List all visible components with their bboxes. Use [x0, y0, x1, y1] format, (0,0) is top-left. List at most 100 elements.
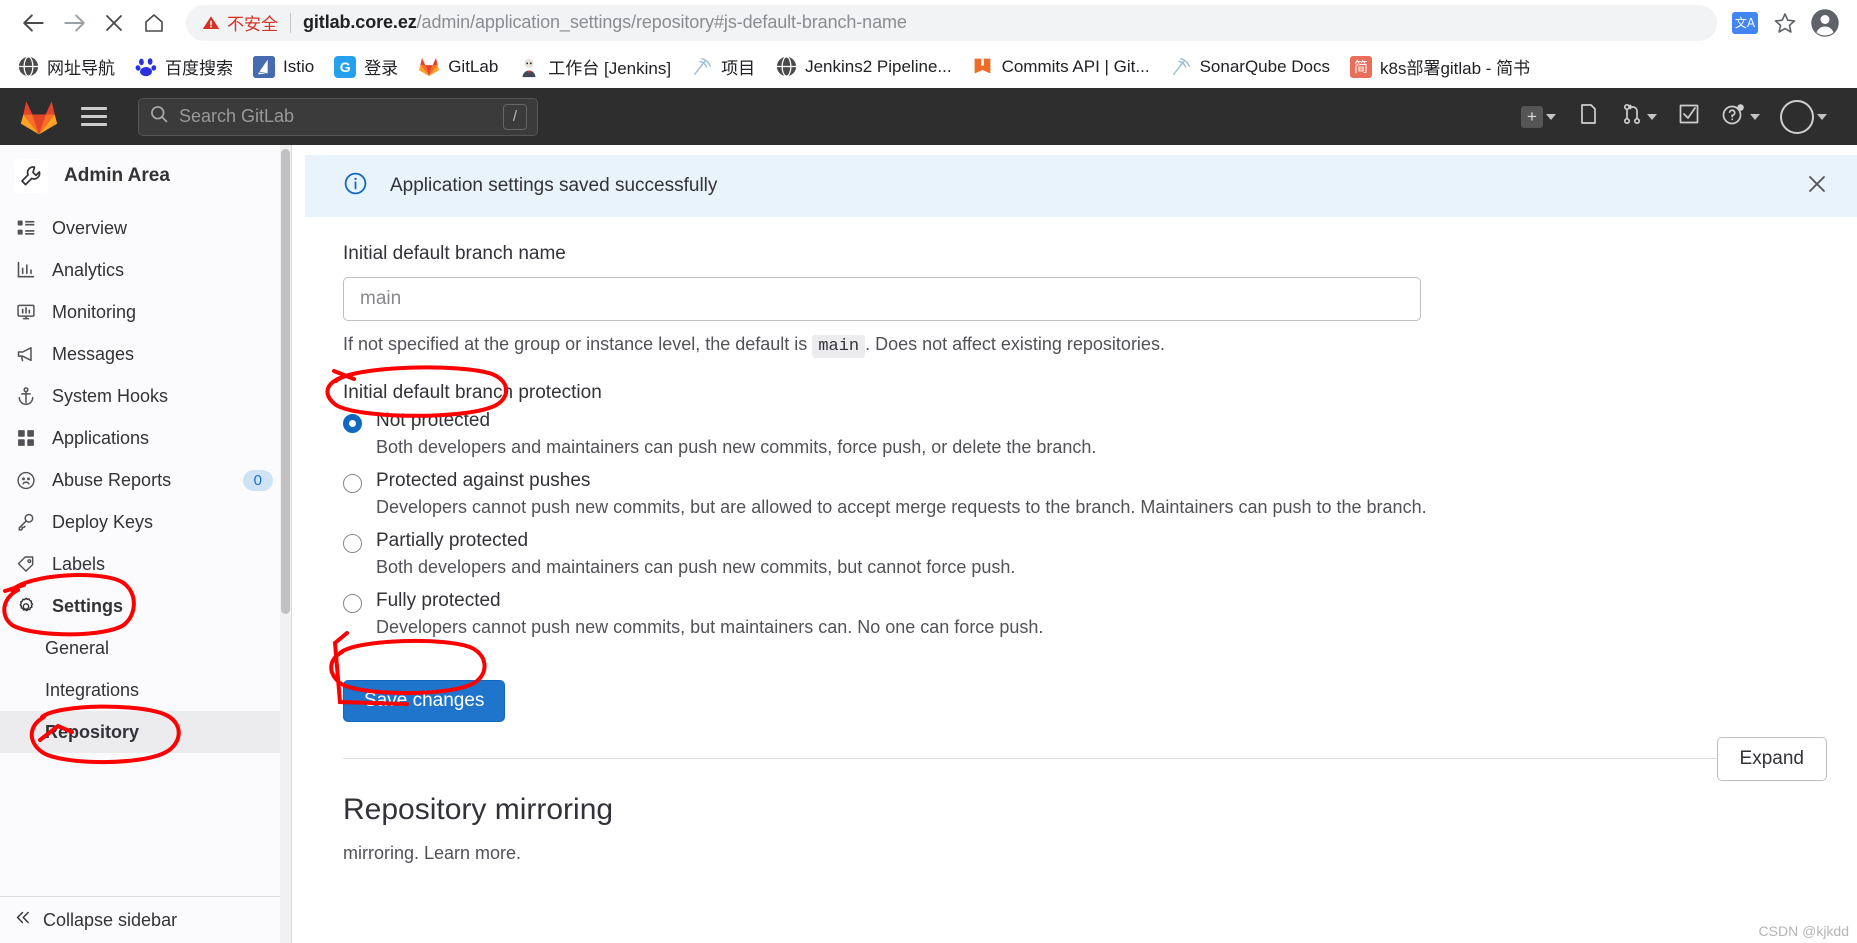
radio-button[interactable]: [343, 474, 362, 493]
navbar-actions: +: [1513, 94, 1843, 140]
orange-book-icon: [972, 56, 994, 78]
browser-chrome: 不安全 gitlab.core.ez/admin/application_set…: [0, 0, 1857, 88]
bookmark-item[interactable]: Istio: [244, 51, 323, 83]
back-icon[interactable]: [14, 3, 54, 43]
bookmark-label: 网址导航: [47, 59, 115, 78]
radio-description: Developers cannot push new commits, but …: [376, 497, 1427, 517]
warning-triangle-icon: [202, 15, 220, 29]
sidebar-scrollbar-thumb[interactable]: [281, 149, 290, 614]
expand-button[interactable]: Expand: [1716, 737, 1827, 781]
bookmark-item[interactable]: Jenkins2 Pipeline...: [766, 51, 960, 83]
close-icon[interactable]: [1805, 172, 1829, 201]
radio-option-protected-against-pushes[interactable]: Protected against pushes: [343, 470, 1819, 493]
bookmark-item[interactable]: G 登录: [325, 49, 407, 84]
sidebar-item-general[interactable]: General: [0, 627, 291, 669]
sidebar-item-integrations[interactable]: Integrations: [0, 669, 291, 711]
sidebar-scrollbar[interactable]: [280, 145, 291, 943]
admin-sidebar: Admin Area Overview Analytics Monitoring…: [0, 145, 292, 943]
sidebar-item-messages[interactable]: Messages: [0, 333, 291, 375]
sidebar-item-settings[interactable]: Settings: [0, 585, 291, 627]
sidebar-item-label: Deploy Keys: [52, 511, 154, 532]
branch-name-input[interactable]: main: [343, 277, 1421, 321]
radio-label: Protected against pushes: [376, 470, 591, 491]
sidebar-item-label: System Hooks: [52, 385, 169, 406]
baidu-paw-icon: [135, 55, 157, 78]
bookmark-label: Jenkins2 Pipeline...: [805, 56, 952, 76]
radio-option-partially-protected[interactable]: Partially protected: [343, 530, 1819, 553]
key-icon: [16, 512, 36, 532]
mirroring-help-text: mirroring. Learn more.: [343, 843, 522, 863]
sidebar-item-deploy-keys[interactable]: Deploy Keys: [0, 501, 291, 543]
sidebar-item-repository[interactable]: Repository: [0, 711, 291, 753]
chevron-down-icon: [1647, 113, 1657, 120]
sidebar-item-abuse-reports[interactable]: Abuse Reports 0: [0, 459, 291, 501]
sidebar-item-label: Analytics: [52, 259, 125, 280]
sidebar-item-label: Applications: [52, 427, 150, 448]
repository-mirroring-title: Repository mirroring: [343, 793, 614, 826]
radio-button[interactable]: [343, 414, 362, 433]
address-bar[interactable]: 不安全 gitlab.core.ez/admin/application_set…: [186, 4, 1717, 41]
url-host: gitlab.core.ez: [303, 12, 417, 32]
status-badge: 0: [242, 469, 273, 491]
branch-name-placeholder: main: [360, 288, 402, 309]
radio-label: Not protected: [376, 410, 491, 431]
sidebar-item-label: Messages: [52, 343, 135, 364]
bookmark-item[interactable]: SonarQube Docs: [1161, 51, 1339, 83]
radio-button[interactable]: [343, 594, 362, 613]
stop-icon[interactable]: [94, 3, 134, 43]
globe-icon: [775, 56, 797, 78]
hamburger-icon[interactable]: [72, 97, 116, 137]
security-warning[interactable]: 不安全: [202, 10, 278, 35]
success-alert: Application settings saved successfully: [305, 155, 1857, 217]
radio-button[interactable]: [343, 534, 362, 553]
search-input[interactable]: Search GitLab /: [138, 97, 538, 136]
sidebar-item-applications[interactable]: Applications: [0, 417, 291, 459]
omnibox-divider: [290, 12, 291, 33]
sidebar-item-system-hooks[interactable]: System Hooks: [0, 375, 291, 417]
gitlab-fox-icon[interactable]: [14, 98, 64, 136]
sidebar-item-analytics[interactable]: Analytics: [0, 249, 291, 291]
user-menu[interactable]: [1772, 94, 1835, 140]
profile-avatar-icon[interactable]: [1807, 5, 1843, 41]
g-square-icon: G: [334, 55, 357, 78]
radio-option-not-protected[interactable]: Not protected: [343, 410, 1819, 433]
save-changes-button[interactable]: Save changes: [343, 680, 506, 722]
issues-link[interactable]: [1568, 96, 1608, 137]
collapse-sidebar-label: Collapse sidebar: [43, 909, 178, 930]
branch-protection-radio-group: Not protected Both developers and mainta…: [343, 410, 1819, 638]
plus-square-icon: +: [1521, 105, 1543, 128]
bookmark-item[interactable]: 项目: [682, 49, 764, 84]
translate-icon[interactable]: 文A: [1727, 5, 1763, 41]
collapse-sidebar-button[interactable]: Collapse sidebar: [0, 896, 291, 943]
bookmark-item[interactable]: 简 k8s部署gitlab - 简书: [1341, 49, 1539, 84]
bookmark-item[interactable]: GitLab: [409, 51, 507, 83]
sidebar-item-labels[interactable]: Labels: [0, 543, 291, 585]
help-suffix: . Does not affect existing repositories.: [865, 334, 1165, 354]
branch-protection-label: Initial default branch protection: [343, 382, 602, 403]
jenkins-butler-icon: [518, 55, 541, 78]
bookmark-item[interactable]: Commits API | Git...: [963, 51, 1159, 83]
radio-option-fully-protected[interactable]: Fully protected: [343, 590, 1819, 613]
bookmark-label: k8s部署gitlab - 简书: [1379, 59, 1531, 78]
sidebar-item-monitoring[interactable]: Monitoring: [0, 291, 291, 333]
create-new-menu[interactable]: +: [1513, 100, 1564, 134]
help-menu[interactable]: [1713, 95, 1768, 138]
list-icon: [16, 218, 36, 238]
forward-icon[interactable]: [54, 3, 94, 43]
help-prefix: If not specified at the group or instanc…: [343, 334, 808, 354]
sidebar-header[interactable]: Admin Area: [0, 145, 291, 207]
sidebar-item-overview[interactable]: Overview: [0, 207, 291, 249]
todos-link[interactable]: [1669, 96, 1709, 137]
star-icon[interactable]: [1767, 5, 1803, 41]
merge-requests-menu[interactable]: [1612, 96, 1665, 137]
bookmark-item[interactable]: 网址导航: [8, 49, 124, 84]
bookmark-item[interactable]: 工作台 [Jenkins]: [509, 49, 680, 84]
bookmark-label: 项目: [721, 59, 756, 78]
bookmark-item[interactable]: 百度搜索: [126, 49, 242, 84]
home-icon[interactable]: [134, 3, 174, 43]
sidebar-item-label: Overview: [52, 217, 128, 238]
sidebar-item-label: Labels: [52, 553, 106, 574]
chevron-double-left-icon: [14, 909, 31, 931]
radio-description: Developers cannot push new commits, but …: [376, 617, 1044, 637]
tag-icon: [16, 554, 36, 575]
